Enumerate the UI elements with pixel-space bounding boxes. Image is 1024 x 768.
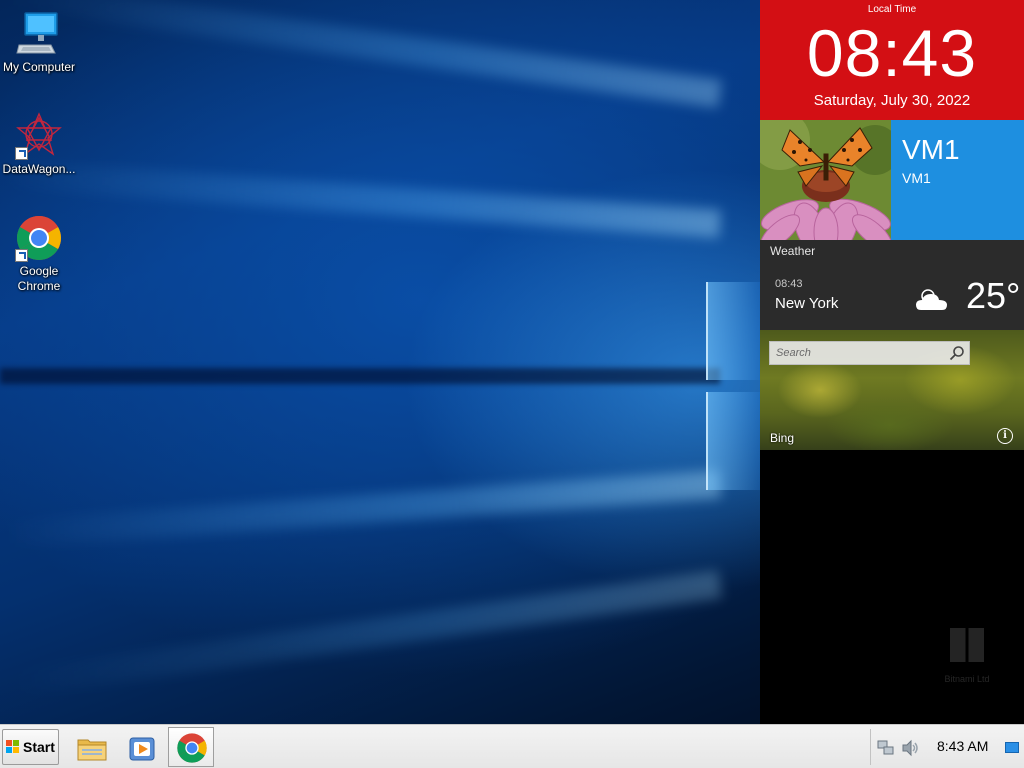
weather-time: 08:43 (775, 278, 803, 290)
bing-search-input[interactable] (770, 342, 948, 364)
desktop-icon-label: My Computer (2, 60, 76, 74)
chrome-icon (15, 214, 63, 262)
desktop-icon-datawagon[interactable]: DataWagon... (0, 112, 78, 177)
weather-city: New York (775, 295, 839, 312)
chrome-icon (177, 733, 207, 763)
desktop-icon-my-computer[interactable]: My Computer (0, 10, 78, 75)
clock-time: 08:43 (806, 16, 978, 90)
photo-tile[interactable] (760, 120, 891, 240)
wallpaper-light-beam (0, 368, 720, 384)
wallpaper-window-logo-pane (706, 282, 762, 380)
vm-tile[interactable]: VM1 VM1 (891, 120, 1024, 240)
show-desktop-icon[interactable] (1005, 742, 1019, 753)
clock-tile[interactable]: Local Time 08:43 Saturday, July 30, 2022 (760, 0, 1024, 120)
vm-tile-subtitle: VM1 (902, 170, 931, 186)
weather-tile[interactable]: Weather 08:43 New York 25° (760, 240, 1024, 330)
shortcut-arrow-icon (15, 147, 28, 160)
wallpaper-light-beam (5, 570, 722, 699)
volume-icon[interactable] (901, 739, 919, 757)
info-icon[interactable]: i (997, 428, 1013, 444)
watermark: Bitnami Ltd (944, 628, 990, 690)
watermark-text: Bitnami Ltd (944, 674, 990, 684)
start-label: Start (23, 739, 55, 755)
start-button[interactable]: Start (2, 729, 59, 765)
cloudy-icon (916, 289, 947, 310)
bing-label: Bing (770, 431, 795, 445)
taskbar-app-google-chrome[interactable] (168, 727, 214, 767)
side-panel: Local Time 08:43 Saturday, July 30, 2022 (760, 0, 1024, 724)
butterfly-photo-icon (760, 120, 891, 240)
desktop-icon-label: DataWagon... (2, 162, 76, 176)
taskbar-app-media-player[interactable] (118, 727, 164, 767)
bing-tile[interactable]: Bing i (760, 330, 1024, 450)
taskbar: Start 8:43 AM (0, 724, 1024, 768)
watermark-logo-icon (950, 628, 984, 662)
computer-icon (15, 10, 63, 58)
search-icon[interactable] (949, 345, 965, 361)
folder-icon (77, 739, 107, 761)
taskbar-app-file-explorer[interactable] (68, 727, 114, 767)
desktop-icon-google-chrome[interactable]: Google Chrome (0, 214, 78, 294)
tray-clock[interactable]: 8:43 AM (937, 738, 988, 754)
datawagon-icon (15, 112, 63, 160)
vm-tile-title: VM1 (902, 134, 960, 165)
media-player-icon (129, 737, 155, 761)
bing-search-box[interactable] (769, 341, 970, 365)
shortcut-arrow-icon (15, 249, 28, 262)
wallpaper-light-beam (0, 470, 721, 549)
weather-temperature: 25° (966, 275, 1021, 316)
clock-date: Saturday, July 30, 2022 (813, 92, 971, 109)
windows-flag-icon (6, 740, 20, 754)
weather-tile-title: Weather (770, 244, 816, 258)
network-icon[interactable] (877, 739, 895, 757)
wallpaper-window-logo-pane (706, 392, 762, 490)
wallpaper-light-beam (0, 159, 721, 238)
desktop-icon-label: Google Chrome (17, 264, 61, 293)
wallpaper-light-beam (5, 0, 722, 108)
system-tray: 8:43 AM (870, 729, 1022, 765)
